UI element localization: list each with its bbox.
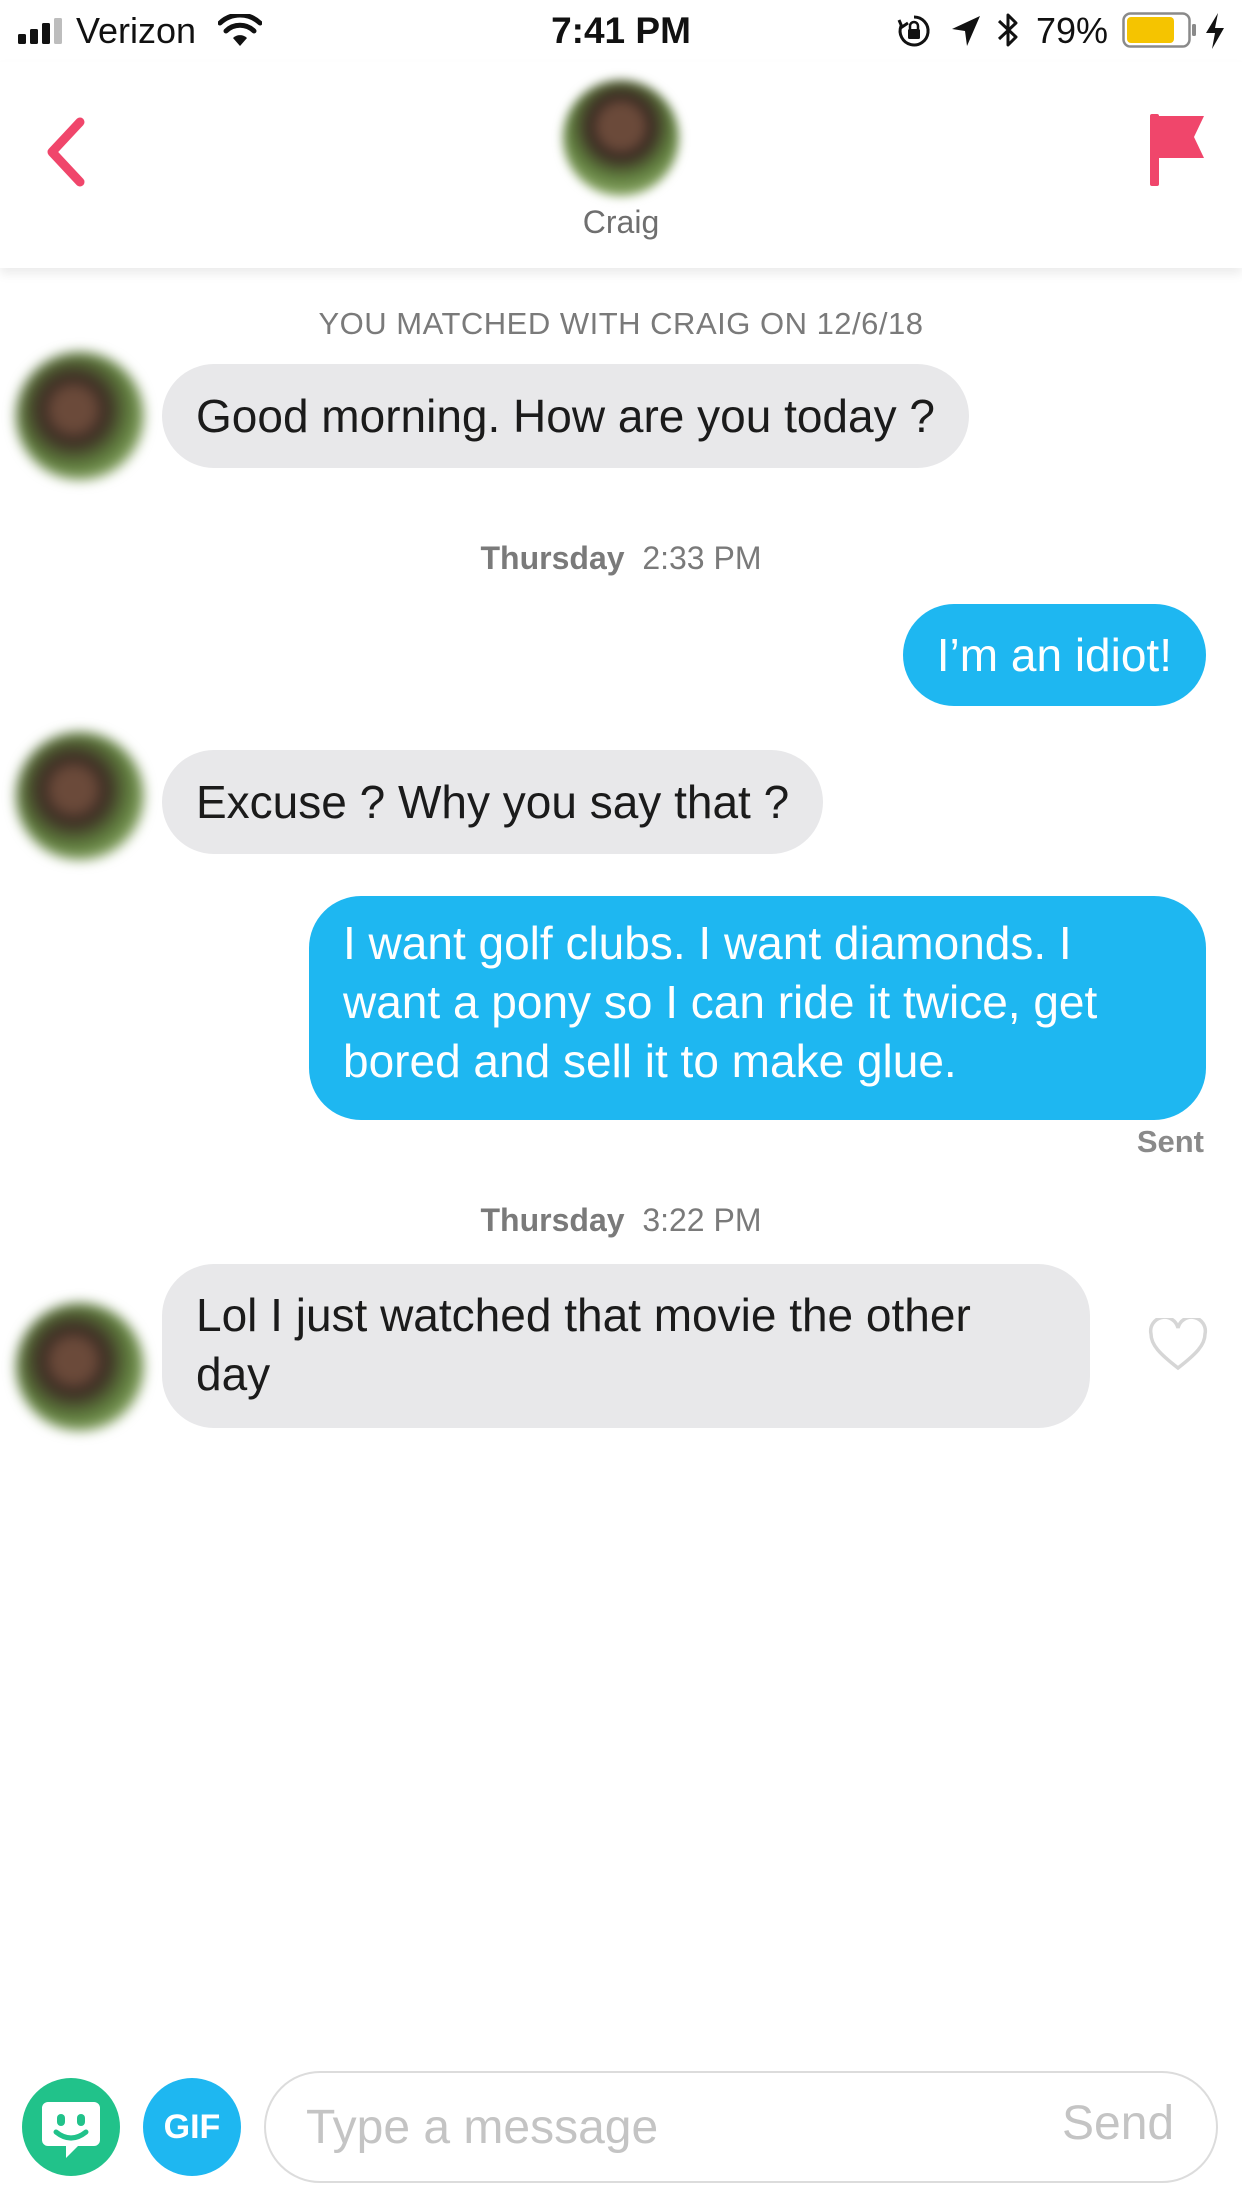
sticker-face-icon bbox=[42, 2102, 100, 2158]
timestamp-separator: Thursday 3:22 PM bbox=[0, 1202, 1242, 1239]
location-arrow-icon bbox=[952, 16, 980, 46]
timestamp-day: Thursday bbox=[480, 540, 625, 576]
heart-icon[interactable] bbox=[1148, 1318, 1208, 1372]
message-bubble-incoming: Lol I just watched that movie the other … bbox=[162, 1264, 1090, 1428]
match-notice: YOU MATCHED WITH CRAIG ON 12/6/18 bbox=[318, 306, 924, 341]
battery-fill bbox=[1127, 17, 1174, 43]
match-avatar[interactable] bbox=[563, 80, 679, 196]
status-bar: Verizon 7:41 PM 79% bbox=[0, 0, 1242, 62]
back-chevron-icon[interactable] bbox=[40, 114, 92, 190]
message-bubble-outgoing: I’m an idiot! bbox=[902, 604, 1206, 706]
timestamp-day: Thursday bbox=[480, 1202, 625, 1238]
match-name[interactable]: Craig bbox=[0, 204, 1242, 241]
sent-status: Sent bbox=[1136, 1124, 1204, 1159]
sender-avatar[interactable] bbox=[16, 732, 144, 860]
message-bubble-incoming: Excuse ? Why you say that ? bbox=[162, 750, 824, 854]
sticker-button[interactable] bbox=[22, 2078, 120, 2176]
chat-header: Craig bbox=[0, 62, 1242, 268]
battery-icon bbox=[1122, 12, 1196, 48]
timestamp-separator: Thursday 2:33 PM bbox=[0, 540, 1242, 577]
message-bubble-outgoing: I want golf clubs. I want diamonds. I wa… bbox=[309, 896, 1206, 1120]
sender-avatar[interactable] bbox=[16, 352, 144, 480]
timestamp-time: 2:33 PM bbox=[642, 540, 762, 576]
send-button[interactable]: Send bbox=[1062, 2096, 1174, 2151]
message-bubble-incoming: Good morning. How are you today ? bbox=[162, 364, 969, 468]
battery-percent: 79% bbox=[1036, 10, 1109, 51]
rotation-lock-icon bbox=[897, 15, 930, 47]
sender-avatar[interactable] bbox=[16, 1303, 144, 1431]
bluetooth-icon bbox=[997, 13, 1018, 47]
timestamp-time: 3:22 PM bbox=[642, 1202, 762, 1238]
gif-button[interactable]: GIF bbox=[143, 2078, 241, 2176]
charging-bolt-icon bbox=[1206, 13, 1224, 49]
flag-icon[interactable] bbox=[1148, 110, 1206, 188]
